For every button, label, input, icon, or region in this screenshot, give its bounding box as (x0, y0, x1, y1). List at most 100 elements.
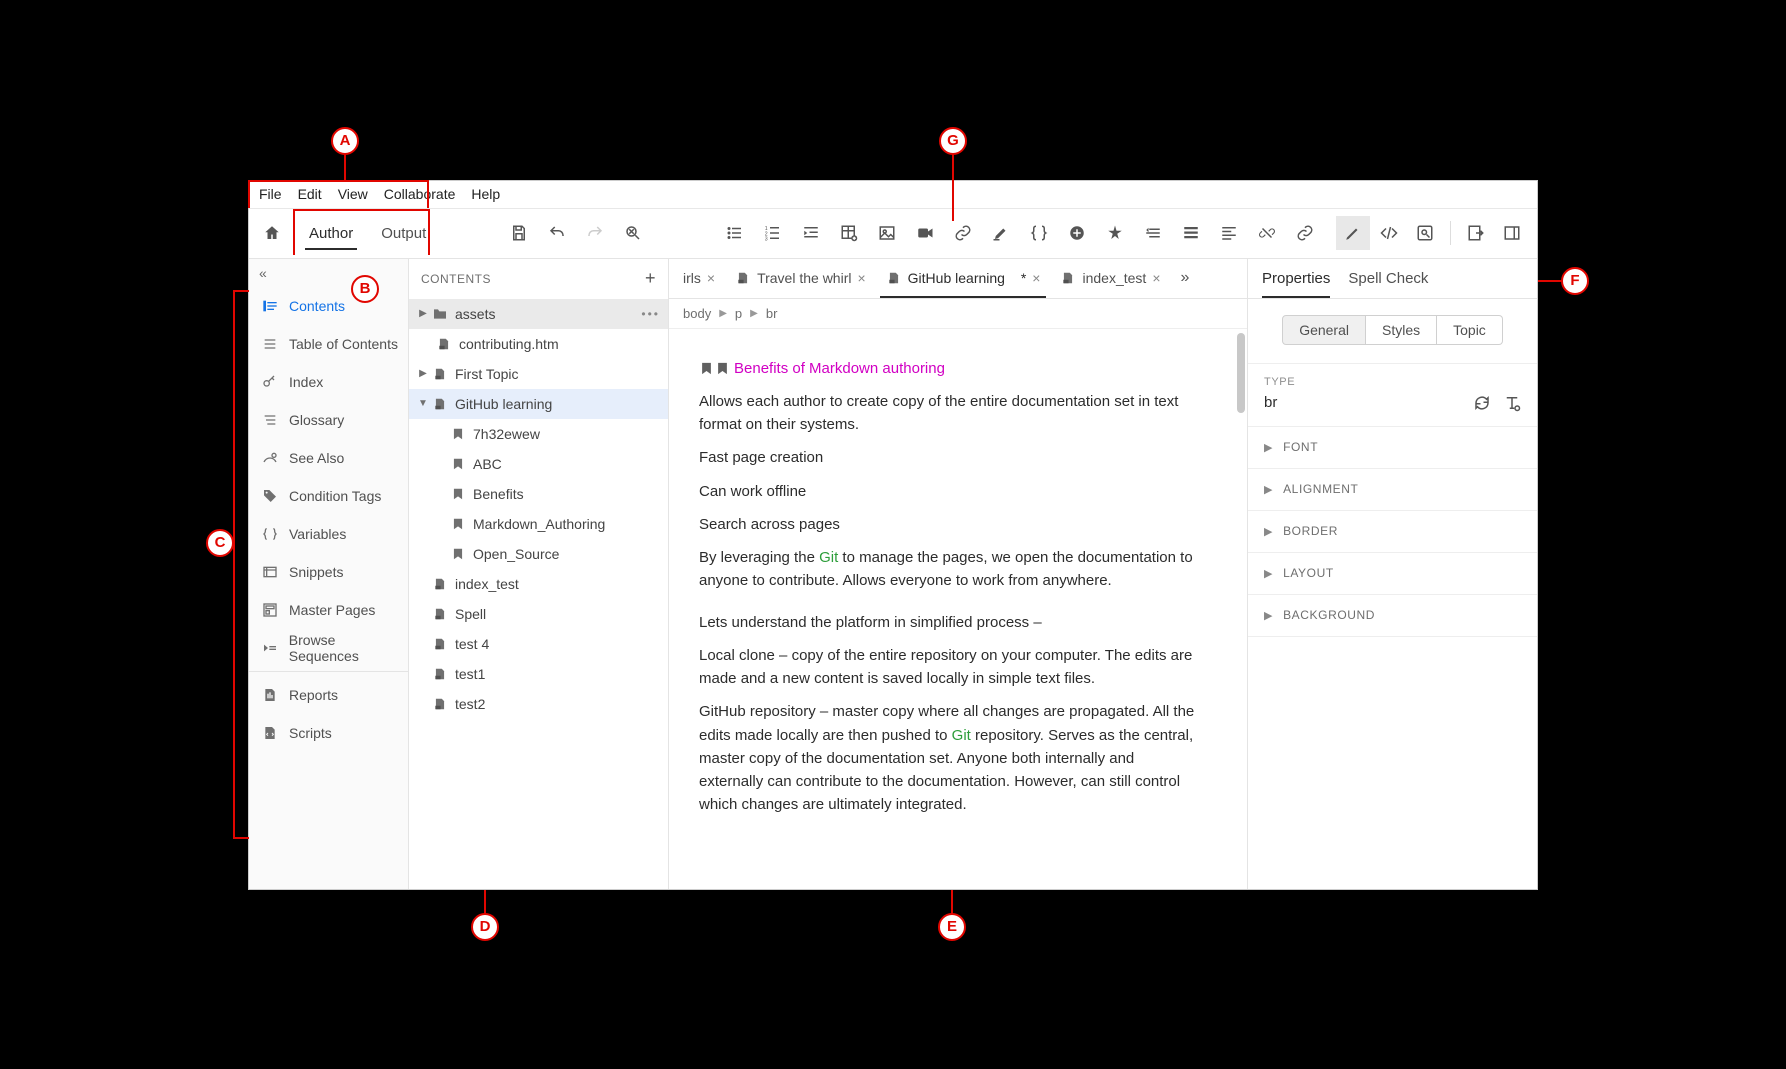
link-button[interactable] (946, 216, 980, 250)
video-button[interactable] (908, 216, 942, 250)
nav-glossary[interactable]: Glossary (249, 401, 408, 439)
redo-button[interactable] (578, 216, 612, 250)
numbered-list-button[interactable]: 123 (756, 216, 790, 250)
save-button[interactable] (502, 216, 536, 250)
nav-toc[interactable]: Table of Contents (249, 325, 408, 363)
nav-browse[interactable]: Browse Sequences (249, 629, 408, 667)
acc-background[interactable]: ▶BACKGROUND (1248, 595, 1537, 637)
seg-general[interactable]: General (1282, 315, 1366, 345)
refresh-button[interactable] (1473, 394, 1491, 412)
nav-reports[interactable]: Reports (249, 676, 408, 714)
nav-condition[interactable]: Condition Tags (249, 477, 408, 515)
tree-label: index_test (455, 576, 519, 592)
menu-file[interactable]: File (251, 186, 290, 202)
nav-scripts[interactable]: Scripts (249, 714, 408, 752)
highlight-button[interactable] (984, 216, 1018, 250)
redo-icon (586, 224, 604, 242)
acc-font[interactable]: ▶FONT (1248, 427, 1537, 469)
source-view-button[interactable] (1372, 216, 1406, 250)
mode-author[interactable]: Author (295, 209, 367, 258)
crumb-body[interactable]: body (683, 306, 711, 321)
tree-item-benefits[interactable]: Benefits (409, 479, 668, 509)
acc-layout[interactable]: ▶LAYOUT (1248, 553, 1537, 595)
menu-help[interactable]: Help (463, 186, 508, 202)
menu-view[interactable]: View (330, 186, 376, 202)
plus-circle-button[interactable] (1060, 216, 1094, 250)
tab-github[interactable]: GitHub learning *× (876, 259, 1051, 298)
bullet-list-button[interactable] (718, 216, 752, 250)
tree-item-abc[interactable]: ABC (409, 449, 668, 479)
chevron-right-icon: ▶ (1264, 609, 1273, 622)
tab-irls[interactable]: irls× (673, 259, 725, 298)
tree-item-opensource[interactable]: Open_Source (409, 539, 668, 569)
acc-border[interactable]: ▶BORDER (1248, 511, 1537, 553)
close-icon[interactable]: × (1032, 270, 1040, 286)
home-button[interactable] (249, 209, 295, 258)
seg-topic[interactable]: Topic (1437, 315, 1503, 345)
acc-alignment[interactable]: ▶ALIGNMENT (1248, 469, 1537, 511)
tree-item-test2[interactable]: test2 (409, 689, 668, 719)
close-icon[interactable]: × (707, 270, 715, 286)
tree-item-contributing[interactable]: contributing.htm (409, 329, 668, 359)
tree-item-7h32[interactable]: 7h32ewew (409, 419, 668, 449)
tree-item-test4[interactable]: test 4 (409, 629, 668, 659)
tab-indextest[interactable]: index_test× (1050, 259, 1170, 298)
nav-variables[interactable]: Variables (249, 515, 408, 553)
tabs-overflow-button[interactable]: » (1171, 269, 1200, 287)
close-icon[interactable]: × (1152, 270, 1160, 286)
crumb-br[interactable]: br (766, 306, 778, 321)
annotated-frame: A B C D E F G File Edit View Collaborate… (193, 125, 1593, 945)
nav-seealso[interactable]: See Also (249, 439, 408, 477)
more-button[interactable]: ••• (641, 307, 660, 321)
tree-item-github[interactable]: ▼ GitHub learning (409, 389, 668, 419)
align-icon (1182, 224, 1200, 242)
tab-travel[interactable]: Travel the whirl× (725, 259, 876, 298)
file-icon (431, 605, 449, 623)
export-button[interactable] (1459, 216, 1493, 250)
broken-link-button[interactable] (1250, 216, 1284, 250)
document-content[interactable]: Benefits of Markdown authoring Allows ea… (669, 329, 1229, 857)
nav-master[interactable]: Master Pages (249, 591, 408, 629)
outdent-button[interactable] (1136, 216, 1170, 250)
author-view-button[interactable] (1336, 216, 1370, 250)
tree-item-test1[interactable]: test1 (409, 659, 668, 689)
save-icon (510, 224, 528, 242)
crumb-p[interactable]: p (735, 306, 742, 321)
preview-button[interactable] (1408, 216, 1442, 250)
tree-label: GitHub learning (455, 396, 552, 412)
tab-spell-check[interactable]: Spell Check (1348, 259, 1428, 298)
nav-snippets[interactable]: Snippets (249, 553, 408, 591)
link2-button[interactable] (1288, 216, 1322, 250)
menu-collaborate[interactable]: Collaborate (376, 186, 464, 202)
tree-item-assets[interactable]: ▶assets••• (409, 299, 668, 329)
chevron-right-icon: ▶ (1264, 441, 1273, 454)
justify-button[interactable] (1212, 216, 1246, 250)
view-mode-tools (1336, 216, 1537, 250)
menu-edit[interactable]: Edit (290, 186, 330, 202)
document-scroll[interactable]: Benefits of Markdown authoring Allows ea… (669, 329, 1247, 889)
collapse-sidebar-button[interactable]: « (249, 259, 408, 287)
find-replace-button[interactable] (616, 216, 650, 250)
tab-properties[interactable]: Properties (1262, 259, 1330, 298)
indent-button[interactable] (794, 216, 828, 250)
nav-contents[interactable]: Contents (249, 287, 408, 325)
panel-toggle-button[interactable] (1495, 216, 1529, 250)
type-tool-button[interactable] (1503, 394, 1521, 412)
seg-styles[interactable]: Styles (1366, 315, 1437, 345)
tree-item-first-topic[interactable]: ▶First Topic (409, 359, 668, 389)
scrollbar-thumb[interactable] (1237, 333, 1245, 413)
tree-item-spell[interactable]: Spell (409, 599, 668, 629)
image-button[interactable] (870, 216, 904, 250)
tree-item-indextest[interactable]: index_test (409, 569, 668, 599)
braces-button[interactable] (1022, 216, 1056, 250)
close-icon[interactable]: × (857, 270, 865, 286)
table-button[interactable] (832, 216, 866, 250)
align-button[interactable] (1174, 216, 1208, 250)
undo-button[interactable] (540, 216, 574, 250)
key-icon (261, 373, 279, 391)
tree-item-markdown[interactable]: Markdown_Authoring (409, 509, 668, 539)
star-button[interactable] (1098, 216, 1132, 250)
chevron-down-icon: ▼ (415, 398, 431, 409)
add-content-button[interactable]: + (645, 268, 656, 289)
nav-index[interactable]: Index (249, 363, 408, 401)
